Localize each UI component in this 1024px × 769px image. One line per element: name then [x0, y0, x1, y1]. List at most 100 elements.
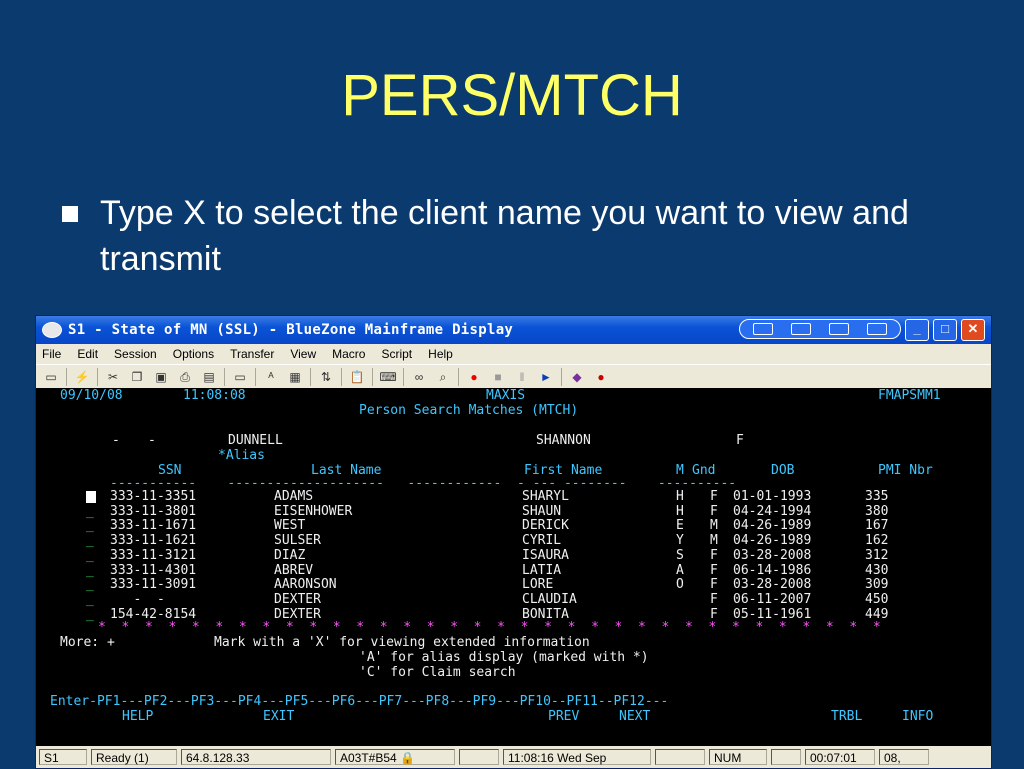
toolbar-separator	[310, 368, 311, 386]
clipboard-icon[interactable]: 📋	[348, 369, 366, 385]
font-icon[interactable]: ᴬ	[262, 369, 280, 385]
status-blank2	[655, 749, 705, 765]
status-terminal-id: A03T#B54 🔒	[335, 749, 455, 765]
record-icon[interactable]: ●	[465, 369, 483, 385]
cell-ssn: 333-11-1621	[110, 533, 197, 549]
toolbar-separator	[255, 368, 256, 386]
apple-icon[interactable]: ●	[592, 369, 610, 385]
pf1-help[interactable]: HELP	[122, 709, 153, 724]
copy-icon[interactable]: ❐	[128, 369, 146, 385]
minimize-button[interactable]: _	[905, 319, 929, 341]
status-blank3	[771, 749, 801, 765]
terminal-screen[interactable]: 09/10/08 11:08:08 MAXIS FMAPSMM1 Person …	[36, 388, 991, 744]
close-button[interactable]: ✕	[961, 319, 985, 341]
book-icon[interactable]: ◆	[568, 369, 586, 385]
pf3-exit[interactable]: EXIT	[263, 709, 294, 724]
row-select-field[interactable]: _	[86, 533, 94, 548]
toolbar-separator	[403, 368, 404, 386]
cell-pmi: 309	[865, 577, 889, 593]
cell-first: LORE	[522, 577, 554, 593]
row-select-field[interactable]: _	[86, 577, 94, 592]
row-select-field[interactable]	[86, 489, 96, 504]
row-select-field[interactable]: _	[86, 563, 94, 578]
pf-key-line: Enter-PF1---PF2---PF3---PF4---PF5---PF6-…	[50, 694, 669, 709]
maximize-button[interactable]: □	[933, 319, 957, 341]
cell-m: E	[676, 518, 684, 534]
cell-pmi: 430	[865, 562, 889, 578]
row-select-field[interactable]: _	[86, 548, 94, 563]
search-last-name[interactable]: DUNNELL	[228, 433, 283, 448]
search-first-name[interactable]: SHANNON	[536, 433, 591, 448]
status-elapsed: 00:07:01	[805, 749, 875, 765]
zoom-icon[interactable]: ⌕	[434, 369, 452, 385]
menu-macro[interactable]: Macro	[332, 347, 365, 361]
menu-options[interactable]: Options	[173, 347, 214, 361]
pf8-next[interactable]: NEXT	[619, 709, 650, 724]
row-select-field[interactable]: _	[86, 518, 94, 533]
pf12-info[interactable]: INFO	[902, 709, 933, 724]
cell-gnd: F	[710, 591, 718, 607]
display-icon[interactable]: ▭	[231, 369, 249, 385]
pause-icon[interactable]: ‖	[513, 369, 531, 385]
function-key-icon[interactable]: ⌨	[379, 369, 397, 385]
menu-session[interactable]: Session	[114, 347, 157, 361]
cell-gnd: F	[710, 503, 718, 519]
play-icon[interactable]: ►	[537, 369, 555, 385]
cell-pmi: 167	[865, 518, 889, 534]
keyboard-icon[interactable]: ▦	[286, 369, 304, 385]
session-toolbar-pill[interactable]	[739, 319, 901, 339]
cell-first: CLAUDIA	[522, 591, 577, 607]
app-icon[interactable]	[42, 322, 62, 338]
menu-file[interactable]: File	[42, 347, 61, 361]
cell-dob: 01-01-1993	[733, 489, 812, 504]
cell-m: A	[676, 562, 684, 578]
cell-m: Y	[676, 533, 684, 549]
stop-icon[interactable]: ■	[489, 369, 507, 385]
terminal-id-text: A03T#B54	[340, 751, 397, 765]
cell-last: SULSER	[274, 533, 321, 549]
term-date: 09/10/08	[60, 388, 123, 403]
menu-script[interactable]: Script	[381, 347, 412, 361]
cell-gnd: M	[710, 518, 718, 534]
toolbar-separator	[561, 368, 562, 386]
menu-view[interactable]: View	[290, 347, 316, 361]
bluezone-window: S1 - State of MN (SSL) - BlueZone Mainfr…	[35, 315, 992, 769]
cell-dob: 03-28-2008	[733, 577, 812, 593]
row-select-field[interactable]: _	[86, 504, 94, 519]
print-icon[interactable]: ⎙	[176, 369, 194, 385]
cell-pmi: 380	[865, 503, 889, 519]
search-ssn-part2[interactable]: -	[148, 433, 156, 448]
cell-gnd: F	[710, 577, 718, 593]
menu-bar: File Edit Session Options Transfer View …	[36, 344, 991, 364]
menu-edit[interactable]: Edit	[77, 347, 98, 361]
bullet-marker	[62, 206, 78, 222]
status-state: Ready (1)	[91, 749, 177, 765]
pf11-trbl[interactable]: TRBL	[831, 709, 862, 724]
cell-dob: 04-26-1989	[733, 533, 812, 549]
row-select-field[interactable]: _	[86, 592, 94, 607]
cut-icon[interactable]: ✂	[104, 369, 122, 385]
cell-m: H	[676, 489, 684, 504]
disconnect-icon[interactable]: ⚡	[73, 369, 91, 385]
menu-help[interactable]: Help	[428, 347, 453, 361]
search-gender[interactable]: F	[736, 433, 744, 448]
search-ssn-part1[interactable]: -	[112, 433, 120, 448]
toolbar-separator	[372, 368, 373, 386]
cell-last: EISENHOWER	[274, 503, 353, 519]
glasses-icon[interactable]: ∞	[410, 369, 428, 385]
pf7-prev[interactable]: PREV	[548, 709, 579, 724]
row-select-field[interactable]: _	[86, 607, 94, 622]
connect-icon[interactable]: ▭	[42, 369, 60, 385]
slide-title: PERS/MTCH	[341, 63, 683, 128]
cell-pmi: 450	[865, 591, 889, 607]
term-screen-title: Person Search Matches (MTCH)	[359, 403, 579, 418]
title-bar[interactable]: S1 - State of MN (SSL) - BlueZone Mainfr…	[36, 316, 991, 344]
cell-ssn: - -	[110, 591, 165, 607]
save-icon[interactable]: ▣	[152, 369, 170, 385]
transfer-icon[interactable]: ⇅	[317, 369, 335, 385]
menu-transfer[interactable]: Transfer	[230, 347, 274, 361]
cell-last: DEXTER	[274, 591, 321, 607]
print-screen-icon[interactable]: ▤	[200, 369, 218, 385]
status-blank	[459, 749, 499, 765]
bullet-text: Type X to select the client name you wan…	[100, 194, 909, 278]
